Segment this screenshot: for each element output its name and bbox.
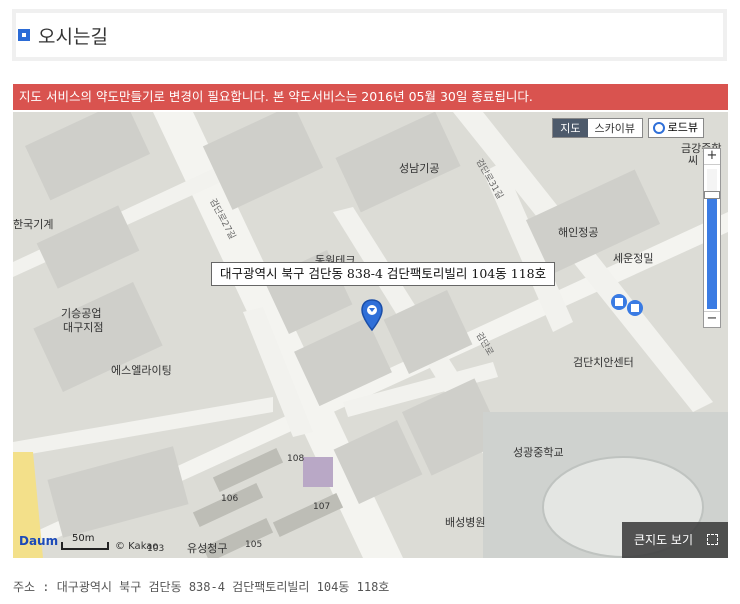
map-type-skyview-button[interactable]: 스카이뷰 <box>588 119 642 137</box>
map-place-label: 108 <box>287 454 305 464</box>
service-notice: 지도 서비스의 약도만들기로 변경이 필요합니다. 본 약도서비스는 2016년… <box>13 84 728 110</box>
map-type-switch: 지도 스카이뷰 <box>552 118 643 138</box>
map-type-map-button[interactable]: 지도 <box>553 119 588 137</box>
roadview-button[interactable]: 로드뷰 <box>647 118 704 138</box>
footer-address: 주소 : 대구광역시 북구 검단동 838-4 검단팩토리빌리 104동 118… <box>13 580 390 594</box>
roadview-label: 로드뷰 <box>667 121 698 134</box>
zoom-control: + − <box>703 148 721 328</box>
map-place-label: 성광중학교 <box>513 446 564 459</box>
map-place-label: 에스엘라이팅 <box>111 364 172 377</box>
zoom-level-bar <box>707 199 717 309</box>
roadview-icon <box>652 122 665 134</box>
address-popup[interactable]: 대구광역시 북구 검단동 838-4 검단팩토리빌리 104동 118호 <box>211 262 556 286</box>
map-tiles <box>13 112 728 558</box>
map-view[interactable]: 검단로27길 검단로31길 검단로 한국기계 기승공업 대구지점 에스엘라이팅 … <box>13 112 728 558</box>
map-place-label: 배성병원 <box>445 516 486 529</box>
daum-logo: Daum <box>19 534 59 548</box>
scale-label: 50m <box>72 533 95 544</box>
section-title: 오시는길 <box>38 26 108 48</box>
big-map-label: 큰지도 보기 <box>634 533 694 547</box>
map-place-label: 검단치안센터 <box>573 356 634 369</box>
section-heading: 오시는길 <box>12 9 727 61</box>
zoom-out-button[interactable]: − <box>704 311 720 327</box>
map-place-label: 해인정공 <box>558 226 599 239</box>
zoom-slider-handle[interactable] <box>704 191 720 199</box>
map-place-label: 유성청구 <box>187 542 228 555</box>
map-place-label: 세운정밀 <box>613 252 654 265</box>
map-place-label: 대구지점 <box>63 321 104 334</box>
map-copyright: © Kakao <box>115 541 159 552</box>
map-place-label: 씨 <box>688 154 699 167</box>
map-place-label: 성남기공 <box>399 162 440 175</box>
expand-icon <box>707 534 718 545</box>
bullet-square-icon <box>18 29 30 41</box>
map-place-label: 한국기계 <box>13 218 54 231</box>
map-place-label: 106 <box>221 494 239 504</box>
big-map-button[interactable]: 큰지도 보기 <box>622 522 728 558</box>
map-place-label: 105 <box>245 540 263 550</box>
location-pin-icon[interactable] <box>360 298 384 332</box>
bus-stop-icon[interactable] <box>625 298 645 318</box>
map-place-label: 107 <box>313 502 331 512</box>
zoom-in-button[interactable]: + <box>704 149 720 165</box>
